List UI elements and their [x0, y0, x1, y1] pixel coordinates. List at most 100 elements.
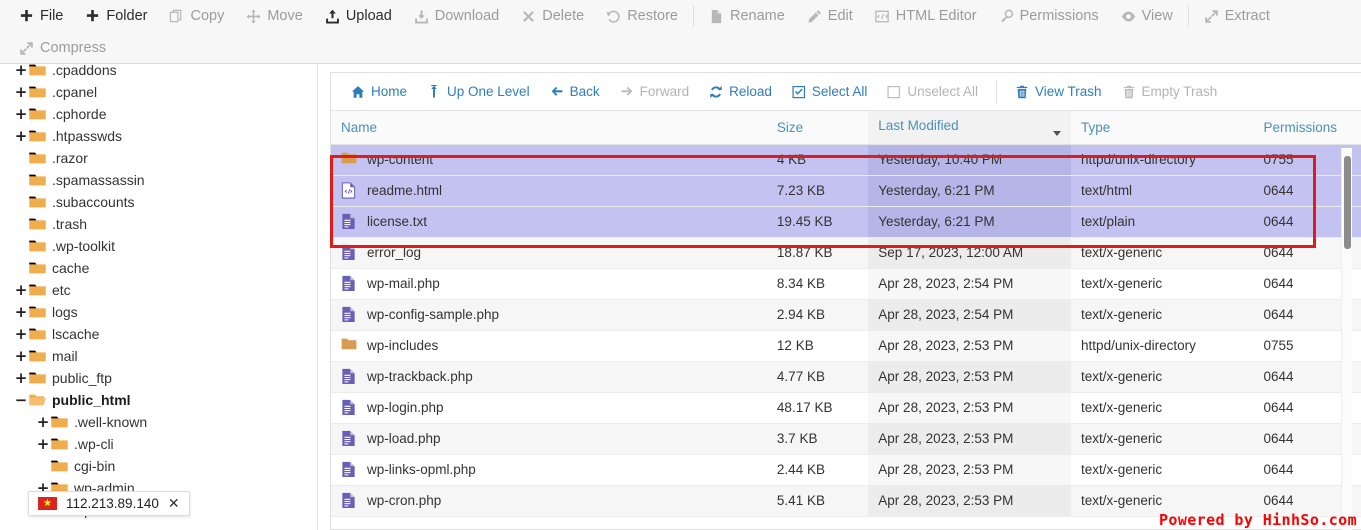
directory-tree-sidebar[interactable]: + .cpaddons + .cpanel + .cphorde + .htpasswds .r… [0, 64, 318, 530]
tree-node-dot-wp-toolkit[interactable]: .wp-toolkit [0, 235, 317, 257]
tree-node-dot-subaccounts[interactable]: .subaccounts [0, 191, 317, 213]
column-header-permissions[interactable]: Permissions [1253, 111, 1361, 145]
tree-node-etc[interactable]: + etc [0, 279, 317, 301]
action-button-reload[interactable]: Reload [699, 77, 782, 107]
cell-size: 19.45 KB [766, 206, 869, 238]
column-header-modified[interactable]: Last Modified [868, 111, 1072, 145]
action-button-label: Forward [639, 83, 690, 99]
trash-icon [1015, 85, 1029, 99]
tree-node-dot-spamassassin[interactable]: .spamassassin [0, 169, 317, 191]
toolbar-button-label: View [1141, 7, 1173, 24]
toolbar-button-extract: Extract [1193, 1, 1281, 31]
toolbar-button-folder[interactable]: Folder [74, 1, 158, 31]
cell-type: text/plain [1071, 206, 1254, 238]
file-row[interactable]: wp-login.php 48.17 KB Apr 28, 2023, 2:53 P… [331, 392, 1361, 424]
tree-node-dot-razor[interactable]: .razor [0, 147, 317, 169]
file-row[interactable]: wp-load.php 3.7 KB Apr 28, 2023, 2:53 PM te… [331, 423, 1361, 455]
file-list-scrollbar-thumb[interactable] [1344, 156, 1351, 249]
cell-type: httpd/unix-directory [1071, 330, 1254, 362]
toolbar-button-upload[interactable]: Upload [314, 1, 403, 31]
file-row[interactable]: wp-config-sample.php 2.94 KB Apr 28, 2023,… [331, 299, 1361, 331]
tree-node-dot-trash[interactable]: .trash [0, 213, 317, 235]
text-file-icon [341, 492, 357, 510]
tree-node-logs[interactable]: + logs [0, 301, 317, 323]
text-file-icon [341, 244, 357, 262]
cell-name[interactable]: wp-links-opml.php [331, 454, 767, 486]
cell-name[interactable]: license.txt [331, 206, 767, 238]
expand-icon[interactable]: + [14, 64, 28, 78]
toolbar-button-file[interactable]: File [8, 1, 74, 31]
cell-name[interactable]: readme.html [331, 175, 767, 207]
cell-name[interactable]: wp-content [331, 144, 767, 176]
tree-node-label: .wp-cli [74, 436, 114, 452]
download-icon [414, 9, 429, 24]
cell-modified: Apr 28, 2023, 2:53 PM [868, 485, 1072, 517]
action-button-view-trash[interactable]: View Trash [1005, 77, 1112, 107]
file-name-label: wp-config-sample.php [367, 306, 500, 322]
action-button-home[interactable]: Home [341, 77, 417, 107]
column-header-size[interactable]: Size [766, 111, 869, 145]
expand-icon[interactable]: + [14, 128, 28, 144]
file-name-cell: readme.html [341, 181, 757, 200]
cell-name[interactable]: wp-mail.php [331, 268, 767, 300]
cell-name[interactable]: wp-config-sample.php [331, 299, 767, 331]
cell-modified: Yesterday, 6:21 PM [868, 175, 1072, 207]
cell-name[interactable]: wp-trackback.php [331, 361, 767, 393]
file-table-header-row: Name Size Last Modified Type Permissions [331, 111, 1361, 145]
expand-icon[interactable]: + [14, 84, 28, 100]
tree-node-dot-cphorde[interactable]: + .cphorde [0, 103, 317, 125]
cell-size: 2.94 KB [766, 299, 869, 331]
tree-node-dot-cpanel[interactable]: + .cpanel [0, 81, 317, 103]
tree-node-dot-htpasswds[interactable]: + .htpasswds [0, 125, 317, 147]
column-header-label: Type [1081, 119, 1111, 135]
tree-node-dot-cpaddons[interactable]: + .cpaddons [0, 64, 317, 81]
toolbar-button-label: Rename [729, 7, 785, 24]
expand-icon[interactable]: + [36, 436, 50, 452]
cell-name[interactable]: error_log [331, 237, 767, 269]
action-button-up-one-level[interactable]: Up One Level [417, 77, 540, 107]
file-row[interactable]: wp-mail.php 8.34 KB Apr 28, 2023, 2:54 PM t… [331, 268, 1361, 300]
action-button-back[interactable]: Back [540, 77, 610, 107]
column-header-label: Permissions [1263, 119, 1338, 135]
file-row[interactable]: wp-links-opml.php 2.44 KB Apr 28, 2023, 2:… [331, 454, 1361, 486]
tree-node-mail[interactable]: + mail [0, 345, 317, 367]
column-header-name[interactable]: Name [331, 111, 767, 145]
cell-name[interactable]: wp-load.php [331, 423, 767, 455]
cell-name[interactable]: wp-includes [331, 330, 767, 362]
expand-icon[interactable]: + [14, 370, 28, 386]
action-button-select-all[interactable]: Select All [782, 77, 878, 107]
tree-node-dot-wp-cli[interactable]: + .wp-cli [0, 433, 317, 455]
toolbar-button-view: View [1110, 1, 1184, 31]
toolbar-button-label: HTML Editor [895, 7, 977, 24]
action-button-label: Select All [811, 83, 868, 99]
cell-name[interactable]: wp-cron.php [331, 485, 767, 517]
file-row[interactable]: wp-trackback.php 4.77 KB Apr 28, 2023, 2:5… [331, 361, 1361, 393]
file-row[interactable]: readme.html 7.23 KB Yesterday, 6:21 PM text… [331, 175, 1361, 207]
expand-icon[interactable]: + [14, 106, 28, 122]
tree-node-cgi-bin[interactable]: cgi-bin [0, 455, 317, 477]
cell-type: text/x-generic [1071, 423, 1254, 455]
file-row[interactable]: wp-content 4 KB Yesterday, 10:40 PM httpd/u… [331, 144, 1361, 176]
column-header-type[interactable]: Type [1071, 111, 1254, 145]
tree-node-public-ftp[interactable]: + public_ftp [0, 367, 317, 389]
expand-icon[interactable]: + [14, 282, 28, 298]
tree-node-cache[interactable]: cache [0, 257, 317, 279]
file-name-label: wp-login.php [367, 399, 444, 415]
expand-icon[interactable]: + [14, 304, 28, 320]
tree-node-lscache[interactable]: + lscache [0, 323, 317, 345]
file-row[interactable]: wp-includes 12 KB Apr 28, 2023, 2:53 PM htt… [331, 330, 1361, 362]
cell-name[interactable]: wp-login.php [331, 392, 767, 424]
tree-node-label: .trash [52, 216, 88, 232]
expand-icon[interactable]: + [36, 414, 50, 430]
expand-icon[interactable]: + [14, 326, 28, 342]
tree-node-public-html[interactable]: − public_html [0, 389, 317, 411]
close-icon[interactable]: ✕ [168, 497, 180, 511]
expand-icon[interactable]: + [14, 348, 28, 364]
file-row[interactable]: license.txt 19.45 KB Yesterday, 6:21 PM tex… [331, 206, 1361, 238]
ip-address-badge[interactable]: ★ 112.213.89.140 ✕ [28, 491, 190, 516]
file-name-label: wp-cron.php [367, 492, 442, 508]
file-list-scrollbar[interactable] [1341, 148, 1352, 530]
tree-node-dot-well-known[interactable]: + .well-known [0, 411, 317, 433]
file-row[interactable]: error_log 18.87 KB Sep 17, 2023, 12:00 AM t… [331, 237, 1361, 269]
collapse-icon[interactable]: − [14, 392, 28, 408]
